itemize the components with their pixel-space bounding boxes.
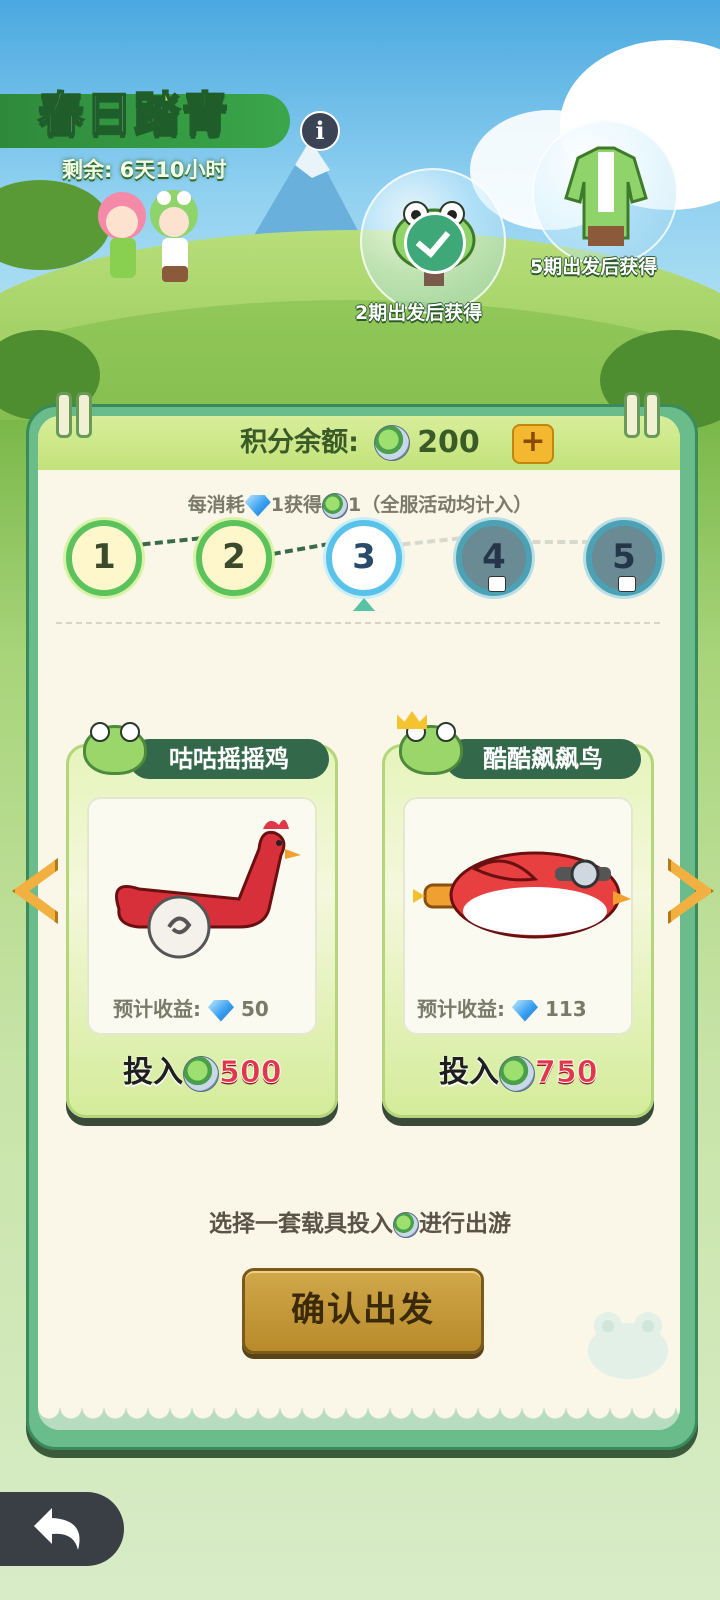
reward-label: 5期出发后获得 [530, 256, 658, 278]
point-coin-icon [322, 492, 348, 519]
yield-value: 50 [240, 997, 269, 1021]
info-button[interactable]: i [300, 111, 340, 151]
vehicle-name: 咕咕摇摇鸡 [129, 739, 329, 779]
frog-jacket-icon [564, 146, 648, 246]
vehicle-name: 酷酷飙飙鸟 [445, 739, 641, 779]
point-coin-icon [374, 425, 411, 461]
frog-badge-icon [83, 722, 147, 775]
lock-icon [488, 576, 506, 592]
mascot-characters [98, 190, 198, 282]
frog-eye [120, 722, 140, 742]
rule-text: 1获得 [270, 494, 322, 516]
point-coin-icon [393, 1211, 419, 1238]
balance-label: 积分余额: [240, 427, 359, 458]
yield-label: 预计收益: [113, 997, 201, 1021]
balance-value: 200 [417, 425, 480, 460]
yield-label: 预计收益: [417, 997, 505, 1021]
stage-node-2[interactable]: 2 [196, 520, 272, 596]
diamond-icon [244, 494, 271, 517]
cost-value: 500 [219, 1055, 283, 1091]
diamond-icon [207, 999, 234, 1022]
vehicle-card[interactable]: 咕咕摇摇鸡 预计收益: 50 投入 500 [66, 722, 338, 1118]
selection-hint: 选择一套载具投入 进行出游 [0, 1204, 720, 1238]
stage-path [520, 540, 590, 544]
point-coin-icon [183, 1055, 219, 1092]
panel-footer-trim [38, 1408, 680, 1430]
back-arrow-icon [34, 1508, 80, 1550]
stage-node-3[interactable]: 3 [326, 520, 402, 596]
expected-yield: 预计收益: 50 [113, 993, 269, 1022]
claimed-check-icon [404, 212, 466, 274]
rule-text: 1（全服活动均计入） [348, 494, 533, 516]
vehicle-cost: 投入 500 [123, 1047, 282, 1092]
current-stage-pointer [353, 598, 375, 611]
reward-label: 2期出发后获得 [355, 302, 483, 324]
hint-text: 选择一套载具投入 [209, 1211, 393, 1237]
frog-badge-icon [399, 722, 463, 775]
rule-text: 每消耗 [187, 494, 245, 516]
exchange-rule: 每消耗 1获得 1（全服活动均计入） [0, 490, 720, 519]
time-remaining: 剩余: 6天10小时 [62, 158, 227, 182]
reward-bubble[interactable] [360, 168, 506, 314]
confirm-depart-button[interactable]: 确认出发 [242, 1268, 484, 1354]
diamond-icon [511, 999, 538, 1022]
event-title: 春日踏青 [37, 86, 230, 142]
hint-text: 进行出游 [419, 1211, 511, 1237]
reward-bubble[interactable] [532, 120, 678, 266]
lock-icon [618, 576, 636, 592]
vehicle-card[interactable]: 酷酷飙飙鸟 预计收益: 113 投入 750 [382, 711, 654, 1118]
vehicle-cost: 投入 750 [439, 1047, 598, 1092]
expected-yield: 预计收益: 113 [417, 993, 587, 1022]
divider [56, 622, 660, 624]
yield-value: 113 [544, 997, 587, 1021]
rocking-chicken-icon [115, 819, 301, 959]
frog-watermark-icon [588, 1312, 668, 1379]
cost-label: 投入 [439, 1055, 499, 1090]
frog-eye [436, 722, 456, 742]
jet-bird-icon [413, 851, 631, 939]
stage-node-1[interactable]: 1 [66, 520, 142, 596]
add-points-button[interactable]: + [512, 424, 554, 464]
cost-value: 750 [535, 1055, 599, 1091]
point-coin-icon [499, 1055, 535, 1092]
cost-label: 投入 [123, 1055, 183, 1090]
points-balance: 积分余额: 200 [0, 416, 720, 470]
frog-eye [90, 722, 110, 742]
